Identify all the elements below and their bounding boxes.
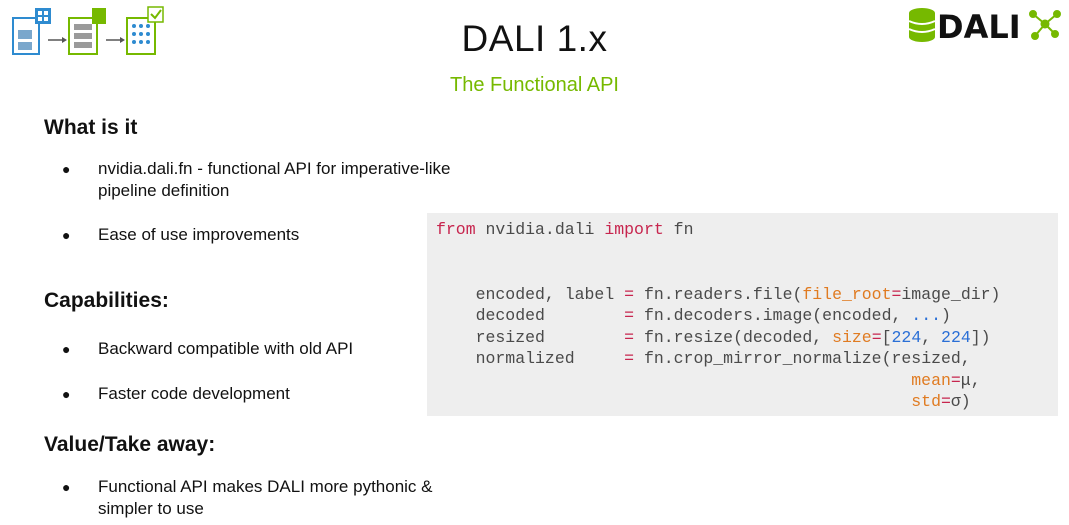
section-heading-what-is-it: What is it (44, 116, 138, 139)
bullet-dot-icon: ● (62, 479, 71, 495)
bullet-item: ● Backward compatible with old API (62, 339, 354, 358)
code-snippet: from nvidia.dali import fn encoded, labe… (427, 213, 1058, 416)
bullet-item: ● nvidia.dali.fn - functional API for im… (62, 159, 451, 200)
code-block: from nvidia.dali import fn encoded, labe… (436, 220, 1001, 411)
bullet-item: ● Faster code development (62, 384, 290, 403)
bullet-item: ● Ease of use improvements (62, 225, 300, 244)
bullet-dot-icon: ● (62, 161, 71, 177)
slide-title: DALI 1.x (461, 18, 608, 59)
section-heading-capabilities: Capabilities: (44, 289, 169, 312)
section-heading-value: Value/Take away: (44, 433, 216, 456)
bullet-dot-icon: ● (62, 227, 71, 243)
bullet-dot-icon: ● (62, 341, 71, 357)
slide-subtitle: The Functional API (450, 74, 619, 96)
bullet-item: ● Functional API makes DALI more pythoni… (62, 477, 433, 518)
bullet-dot-icon: ● (62, 386, 71, 402)
